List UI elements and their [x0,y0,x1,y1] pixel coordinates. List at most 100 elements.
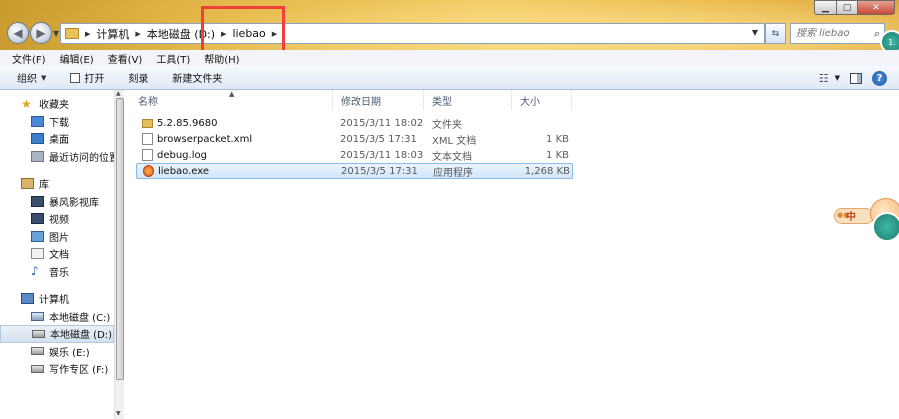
nav-documents[interactable]: 文档 [0,245,114,263]
nav-pictures[interactable]: 图片 [0,228,114,246]
nav-drive-d[interactable]: 本地磁盘 (D:) [0,325,114,343]
file-type: 文本文档 [432,151,472,163]
open-button[interactable]: 打开 [70,70,104,85]
search-icon[interactable]: ⌕ [874,27,880,41]
menu-bar: 文件(F) 编辑(E) 查看(V) 工具(T) 帮助(H) [0,50,899,66]
nav-label: 文档 [49,250,69,262]
music-icon: ♪ [31,264,39,279]
file-row[interactable]: 5.2.85.9680 2015/3/11 18:02 文件夹 [136,115,573,131]
column-header-type[interactable]: 类型 [424,90,512,110]
new-folder-label: 新建文件夹 [172,74,223,85]
nav-recent-places[interactable]: 最近访问的位置 [0,148,119,166]
star-icon: ★ [21,96,32,111]
column-header-size[interactable]: 大小 [512,90,572,110]
media-library-icon [31,195,44,207]
nav-downloads[interactable]: 下载 [0,113,114,131]
file-row[interactable]: browserpacket.xml 2015/3/5 17:31 XML 文档 … [136,131,573,147]
menu-edit[interactable]: 编辑(E) [60,51,94,66]
nav-drive-f[interactable]: 写作专区 (F:) [0,360,114,378]
recent-places-icon [31,150,44,162]
chevron-right-icon[interactable]: ▶ [85,30,90,38]
file-type: XML 文档 [432,135,477,147]
system-drive-icon [31,311,44,321]
maximize-button[interactable]: ▢ [836,0,858,15]
mascot-text: 中 [846,212,856,223]
file-name: browserpacket.xml [157,133,253,145]
file-row[interactable]: debug.log 2015/3/11 18:03 文本文档 1 KB [136,147,573,163]
file-size: 1,268 KB [524,165,570,177]
menu-view[interactable]: 查看(V) [108,51,143,66]
breadcrumb-computer[interactable]: ▶ 计算机 [85,26,129,42]
search-input[interactable] [796,28,866,39]
file-date: 2015/3/11 18:02 [340,117,424,129]
address-bar[interactable]: ▶ 计算机 ▶ 本地磁盘 (D:) ▶ liebao ▶ ▼ [60,23,765,44]
video-icon [31,213,44,225]
new-folder-button[interactable]: 新建文件夹 [172,70,222,85]
column-label: 类型 [432,96,452,108]
computer-icon [21,293,34,305]
nav-label: 写作专区 (F:) [49,365,109,377]
drive-icon [31,364,44,373]
close-button[interactable]: ✕ [857,0,895,15]
organize-button[interactable]: 组织 ▼ [17,70,47,86]
nav-computer[interactable]: 计算机 [0,290,114,308]
nav-drive-c[interactable]: 本地磁盘 (C:) [0,308,114,326]
nav-libraries[interactable]: 库 [0,175,114,193]
nav-desktop[interactable]: 桌面 [0,130,114,148]
column-header-date[interactable]: 修改日期 [333,90,424,110]
preview-pane-icon[interactable] [850,72,862,84]
nav-label: 娱乐 (E:) [49,347,90,359]
forward-button[interactable]: ▶ [30,22,52,44]
back-arrow-icon: ◀ [13,26,23,40]
burn-button[interactable]: 刻录 [128,70,148,85]
file-row-selected[interactable]: liebao.exe 2015/3/5 17:31 应用程序 1,268 KB [136,163,573,179]
help-icon[interactable]: ? [872,70,887,86]
file-type: 应用程序 [433,167,473,179]
nav-drive-e[interactable]: 娱乐 (E:) [0,343,114,361]
file-name: debug.log [157,149,207,161]
drive-icon [31,347,44,356]
nav-favorites[interactable]: ★ 收藏夹 [0,95,114,113]
view-dropdown-icon[interactable]: ▼ [835,74,840,82]
menu-help[interactable]: 帮助(H) [204,51,239,66]
scroll-thumb[interactable] [116,98,124,380]
nav-scrollbar[interactable]: ▲ ▼ [114,90,124,419]
nav-label: 库 [39,180,49,192]
nav-music[interactable]: ♪ 音乐 [0,263,114,281]
nav-videos[interactable]: 视频 [0,210,114,228]
recent-pages-dropdown-icon[interactable]: ▼ [53,29,59,38]
file-size: 1 KB [546,149,569,161]
column-header-name[interactable]: 名称 ▲ [130,90,333,110]
open-icon [70,72,81,83]
refresh-button[interactable]: ⇆ [765,23,786,44]
download-icon [31,115,44,127]
library-icon [21,178,34,190]
computer-group: 计算机 本地磁盘 (C:) 本地磁盘 (D:) 娱乐 (E:) 写作专区 (F:… [0,290,114,378]
file-list-pane: 名称 ▲ 修改日期 类型 大小 5.2.85.9680 2015/3/11 18… [130,90,899,419]
file-name: liebao.exe [158,165,210,177]
minimize-button[interactable]: ▁ [814,0,837,15]
menu-file[interactable]: 文件(F) [12,51,46,66]
scroll-down-icon[interactable]: ▼ [116,410,121,417]
search-box[interactable]: ⌕ [790,23,885,44]
floating-ball-icon[interactable] [872,212,899,242]
nav-label: 本地磁盘 (D:) [50,330,113,342]
change-view-icon[interactable]: ☷ [819,72,829,85]
column-label: 大小 [520,96,540,108]
menu-tools[interactable]: 工具(T) [156,51,190,66]
nav-baofeng-library[interactable]: 暴风影视库 [0,193,114,211]
scroll-up-icon[interactable]: ▲ [116,90,121,97]
file-size: 1 KB [546,133,569,145]
nav-label: 计算机 [39,295,69,307]
back-button[interactable]: ◀ [7,22,29,44]
nav-label: 音乐 [49,267,69,279]
nav-label: 收藏夹 [39,100,69,112]
chevron-right-icon[interactable]: ▶ [135,30,140,38]
file-date: 2015/3/5 17:31 [341,165,418,177]
nav-label: 最近访问的位置 [49,152,119,164]
command-toolbar: 组织 ▼ 打开 刻录 新建文件夹 ☷ ▼ ? [0,66,899,90]
chevron-down-icon: ▼ [41,73,47,82]
address-dropdown-icon[interactable]: ▼ [752,28,758,37]
forward-arrow-icon: ▶ [36,26,46,40]
folder-icon [65,28,79,39]
